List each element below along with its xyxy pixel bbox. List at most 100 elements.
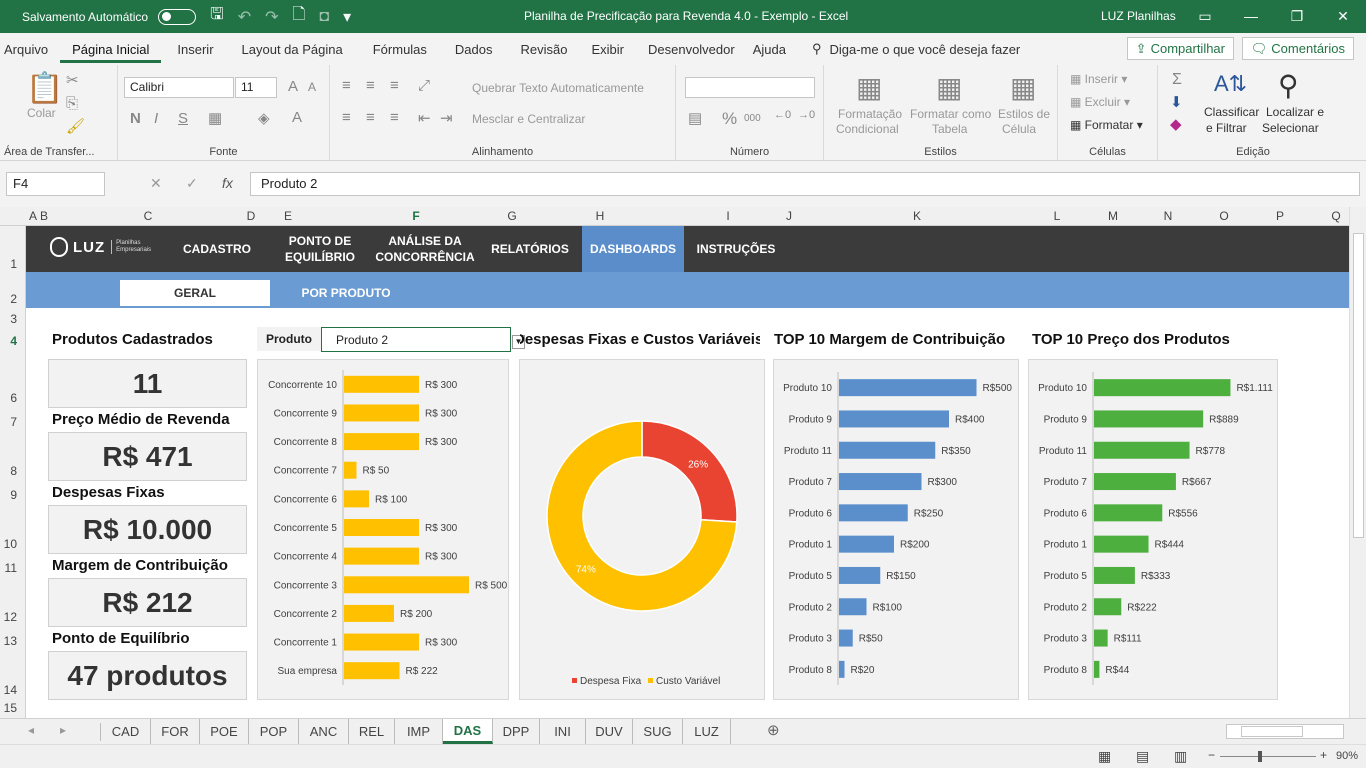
row-header[interactable]: 6: [10, 391, 17, 405]
tell-me-box[interactable]: ⚲ Diga-me o que você deseja fazer: [812, 41, 1020, 57]
decrease-indent-icon[interactable]: ⇤: [418, 109, 431, 127]
nav-relatorios[interactable]: RELATÓRIOS: [486, 226, 574, 272]
cut-icon[interactable]: ✂: [66, 71, 79, 89]
scroll-tabs-left-icon[interactable]: ◂: [28, 723, 34, 737]
sort-filter-icon[interactable]: A⇅: [1214, 71, 1247, 97]
col-header-active[interactable]: F: [412, 209, 419, 223]
ribbon-display-icon[interactable]: ▭: [1182, 0, 1228, 33]
tab-pagina-inicial[interactable]: Página Inicial: [60, 42, 162, 63]
col-header[interactable]: I: [726, 209, 729, 223]
bold-button[interactable]: N: [130, 110, 141, 127]
sheet-tab-imp[interactable]: IMP: [395, 719, 443, 744]
page-layout-icon[interactable]: ▤: [1136, 748, 1149, 765]
col-header[interactable]: A: [29, 209, 37, 223]
customize-qat-icon[interactable]: ▾: [343, 7, 351, 27]
camera-icon[interactable]: ◘: [319, 8, 329, 26]
clear-icon[interactable]: ◆: [1170, 115, 1182, 133]
autosum-icon[interactable]: Σ: [1172, 71, 1182, 89]
col-header[interactable]: P: [1276, 209, 1284, 223]
sheet-tab-rel[interactable]: REL: [349, 719, 395, 744]
copy-icon[interactable]: ⎘: [66, 95, 78, 112]
tab-inserir[interactable]: Inserir: [161, 42, 225, 57]
accounting-icon[interactable]: ▤: [688, 109, 702, 127]
nav-analise[interactable]: ANÁLISE DA CONCORRÊNCIA: [374, 226, 476, 272]
zoom-slider-thumb[interactable]: [1258, 751, 1262, 762]
share-button[interactable]: ⇪ Compartilhar: [1126, 37, 1234, 60]
row-header[interactable]: 2: [10, 292, 17, 306]
format-table-line1[interactable]: Formatar como: [910, 107, 991, 121]
row-header[interactable]: 7: [10, 415, 17, 429]
font-name-select[interactable]: Calibri: [124, 77, 234, 98]
nav-dashboards[interactable]: DASHBOARDS: [582, 226, 684, 272]
sheet-tab-for[interactable]: FOR: [151, 719, 200, 744]
find-select-icon[interactable]: ⚲: [1278, 69, 1299, 102]
tab-exibir[interactable]: Exibir: [579, 42, 636, 57]
new-file-icon[interactable]: 🗋: [293, 3, 306, 30]
row-header[interactable]: 8: [10, 464, 17, 478]
align-left-icon[interactable]: ≡: [342, 109, 351, 126]
shrink-font-icon[interactable]: A: [308, 80, 316, 94]
fill-color-icon[interactable]: ◈: [258, 109, 270, 127]
restore-icon[interactable]: ❐: [1274, 0, 1320, 33]
find-select-line1[interactable]: Localizar e: [1266, 105, 1324, 119]
orientation-icon[interactable]: ⤢: [418, 77, 430, 94]
format-table-line2[interactable]: Tabela: [932, 122, 967, 136]
horizontal-scroll-thumb[interactable]: [1241, 726, 1303, 737]
row-header[interactable]: 3: [10, 312, 17, 326]
tab-revisao[interactable]: Revisão: [505, 42, 580, 57]
confirm-formula-icon[interactable]: ✓: [186, 175, 198, 192]
cell-styles-line1[interactable]: Estilos de: [998, 107, 1050, 121]
format-painter-icon[interactable]: 🖌: [66, 117, 85, 135]
col-header[interactable]: G: [507, 209, 516, 223]
tab-arquivo[interactable]: Arquivo: [0, 42, 60, 57]
col-header[interactable]: L: [1054, 209, 1061, 223]
zoom-in-icon[interactable]: +: [1320, 748, 1327, 762]
cancel-formula-icon[interactable]: ✕: [150, 175, 162, 192]
align-right-icon[interactable]: ≡: [390, 109, 399, 126]
col-header[interactable]: J: [786, 209, 792, 223]
zoom-out-icon[interactable]: −: [1208, 748, 1215, 762]
conditional-format-icon[interactable]: ▦: [856, 71, 882, 104]
italic-button[interactable]: I: [154, 110, 158, 127]
sort-filter-line2[interactable]: e Filtrar: [1206, 121, 1247, 135]
sheet-tab-das[interactable]: DAS: [443, 719, 493, 744]
find-select-line2[interactable]: Selecionar: [1262, 121, 1319, 135]
sheet-tab-ini[interactable]: INI: [540, 719, 586, 744]
cell-styles-icon[interactable]: ▦: [1010, 71, 1036, 104]
zoom-level[interactable]: 90%: [1336, 750, 1358, 762]
fill-icon[interactable]: ⬇: [1170, 93, 1183, 111]
name-box[interactable]: F4: [6, 172, 105, 196]
close-icon[interactable]: ✕: [1320, 0, 1366, 33]
row-header[interactable]: 15: [4, 701, 17, 715]
row-header[interactable]: 12: [4, 610, 17, 624]
minimize-icon[interactable]: —: [1228, 0, 1274, 33]
align-bottom-icon[interactable]: ≡: [390, 77, 399, 94]
format-table-icon[interactable]: ▦: [936, 71, 962, 104]
vertical-scrollbar[interactable]: [1349, 207, 1366, 718]
save-icon[interactable]: 🖫: [210, 3, 224, 30]
conditional-format-line1[interactable]: Formatação: [838, 107, 902, 121]
product-filter-select[interactable]: Produto 2: [321, 327, 511, 352]
format-cells-button[interactable]: ▦ Formatar ▾: [1070, 118, 1143, 132]
sheet-tab-cad[interactable]: CAD: [101, 719, 151, 744]
row-header[interactable]: 1: [10, 257, 17, 271]
nav-cadastro[interactable]: CADASTRO: [171, 226, 263, 272]
increase-indent-icon[interactable]: ⇥: [440, 109, 453, 127]
worksheet[interactable]: LUZ Planilhas Empresariais CADASTRO PONTO…: [26, 226, 1349, 718]
col-header[interactable]: C: [144, 209, 153, 223]
subtab-geral[interactable]: GERAL: [120, 280, 270, 306]
comma-button[interactable]: 000: [744, 113, 761, 124]
conditional-format-line2[interactable]: Condicional: [836, 122, 899, 136]
sheet-tab-duv[interactable]: DUV: [586, 719, 633, 744]
col-header[interactable]: E: [284, 209, 292, 223]
tab-dados[interactable]: Dados: [439, 42, 505, 57]
increase-decimal-icon[interactable]: ←0: [774, 109, 791, 121]
align-middle-icon[interactable]: ≡: [366, 77, 375, 94]
row-header[interactable]: 10: [4, 537, 17, 551]
formula-input[interactable]: Produto 2: [250, 172, 1360, 196]
grow-font-icon[interactable]: A: [288, 78, 298, 95]
scroll-tabs-right-icon[interactable]: ▸: [60, 723, 66, 737]
insert-cells-button[interactable]: ▦ Inserir ▾: [1070, 72, 1127, 86]
sheet-tab-poe[interactable]: POE: [200, 719, 249, 744]
tab-ajuda[interactable]: Ajuda: [747, 42, 798, 57]
